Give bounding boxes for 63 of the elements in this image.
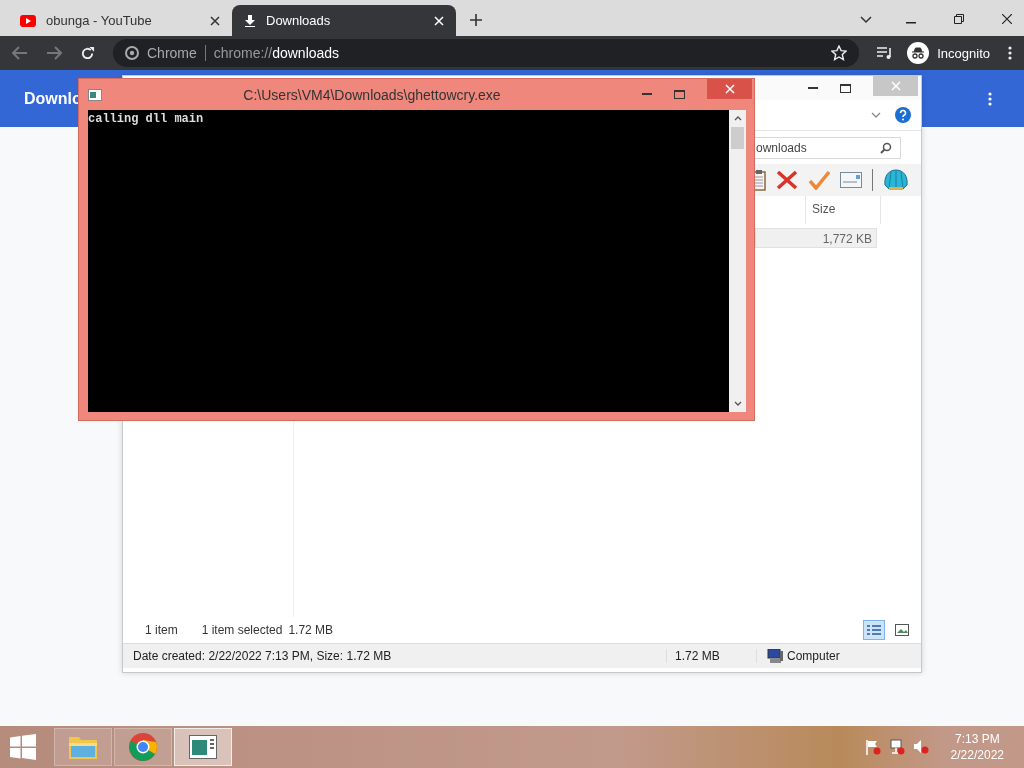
maximize-icon[interactable] [840, 83, 851, 93]
chrome-icon [125, 46, 139, 60]
star-icon[interactable] [831, 45, 848, 61]
close-icon[interactable] [1002, 14, 1012, 24]
forward-icon[interactable] [46, 46, 62, 60]
restore-icon[interactable] [954, 14, 964, 24]
details-text: Date created: 2/22/2022 7:13 PM, Size: 1.72 MB [123, 649, 667, 663]
plus-icon[interactable] [470, 14, 482, 26]
download-icon [244, 14, 256, 27]
chrome-taskbar-button[interactable] [114, 728, 172, 766]
cross-icon[interactable] [776, 170, 798, 190]
details-view-button[interactable] [863, 620, 885, 640]
checkmark-icon[interactable] [808, 170, 830, 190]
minimize-icon[interactable] [642, 93, 652, 96]
search-icon [880, 141, 892, 154]
back-icon[interactable] [12, 46, 28, 60]
browser-logo-icon [128, 732, 158, 762]
site-label: Chrome [147, 45, 197, 61]
column-header[interactable]: Size [805, 196, 881, 224]
envelope-icon[interactable] [840, 172, 862, 188]
console-output: calling dll main [88, 112, 205, 126]
network-icon[interactable] [888, 739, 905, 755]
maximize-icon[interactable] [674, 90, 685, 99]
close-icon[interactable] [210, 15, 220, 26]
close-icon [724, 84, 735, 94]
chevron-icon[interactable] [860, 16, 872, 24]
image-icon [895, 624, 909, 636]
clock-time: 7:13 PM [954, 732, 1000, 746]
file-row[interactable]: 1,772 KB [755, 228, 877, 248]
play-icon [20, 14, 36, 27]
console-icon [189, 735, 217, 759]
console-icon [88, 88, 102, 101]
muted-speaker-icon[interactable] [912, 739, 929, 755]
shell-icon[interactable] [883, 169, 909, 191]
minimize-icon[interactable] [808, 86, 818, 90]
clock-date: 2/22/2022 [950, 748, 1004, 762]
browser-tab[interactable]: Downloads [232, 5, 456, 36]
selection-info: 1 item selected [201, 623, 283, 637]
windows-logo-icon[interactable] [10, 734, 36, 760]
scroll-down-icon[interactable] [733, 401, 742, 406]
window-title: C:\Users\VM4\Downloads\ghettowcry.exe [242, 86, 502, 103]
zone-label: Computer [787, 649, 840, 663]
address-field[interactable]: Chrome chrome://downloads [113, 39, 860, 67]
url-text: chrome://downloads [213, 45, 340, 61]
close-icon [890, 81, 901, 91]
scroll-up-icon[interactable] [733, 116, 742, 121]
details-size: 1.72 MB [667, 649, 757, 663]
scrollbar[interactable] [729, 110, 746, 412]
selection-size: 1.72 MB [288, 623, 334, 637]
browser-tab[interactable]: obunga - YouTube [8, 5, 232, 36]
media-icon[interactable] [877, 46, 894, 60]
menu-icon[interactable] [988, 91, 992, 106]
console-taskbar-button[interactable] [174, 728, 232, 766]
item-count: 1 item [145, 623, 178, 637]
list-icon [866, 624, 882, 636]
incognito-icon [907, 42, 930, 64]
flag-icon[interactable] [864, 739, 881, 755]
menu-icon[interactable] [1008, 46, 1012, 60]
computer-icon [767, 649, 783, 663]
reload-icon[interactable] [80, 45, 95, 61]
scroll-thumb[interactable] [731, 127, 744, 149]
help-icon[interactable] [895, 107, 911, 123]
incognito-button[interactable]: Incognito [907, 42, 990, 64]
